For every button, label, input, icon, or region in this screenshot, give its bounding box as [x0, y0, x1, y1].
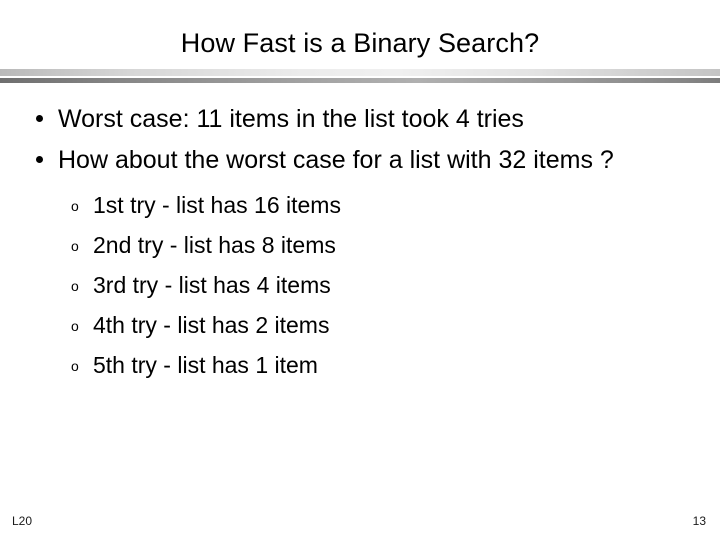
- slide-number: 13: [692, 514, 706, 528]
- sub-bullet-text: 3rd try - list has 4 items: [93, 272, 331, 298]
- circle-marker-icon: o: [71, 238, 79, 254]
- circle-marker-icon: o: [71, 358, 79, 374]
- list-item: Worst case: 11 items in the list took 4 …: [0, 100, 720, 138]
- title-area: How Fast is a Binary Search?: [0, 26, 720, 60]
- list-item: How about the worst case for a list with…: [0, 141, 720, 179]
- sub-bullet-text: 1st try - list has 16 items: [93, 192, 341, 218]
- bullet-list-level1: Worst case: 11 items in the list took 4 …: [0, 100, 720, 179]
- list-item: o 4th try - list has 2 items: [0, 313, 720, 353]
- sub-bullet-text: 5th try - list has 1 item: [93, 352, 318, 378]
- list-item: o 2nd try - list has 8 items: [0, 233, 720, 273]
- slide-canvas: How Fast is a Binary Search? Worst case:…: [0, 0, 720, 540]
- list-item: o 1st try - list has 16 items: [0, 193, 720, 233]
- bullet-text: Worst case: 11 items in the list took 4 …: [58, 105, 524, 133]
- circle-marker-icon: o: [71, 318, 79, 334]
- footer-left-label: L20: [12, 514, 33, 528]
- list-item: o 5th try - list has 1 item: [0, 353, 720, 393]
- bullet-text: How about the worst case for a list with…: [58, 146, 614, 174]
- circle-marker-icon: o: [71, 278, 79, 294]
- bullet-dot-icon: [36, 156, 43, 163]
- title-divider: [0, 69, 720, 84]
- sub-bullet-text: 4th try - list has 2 items: [93, 312, 330, 338]
- page-title: How Fast is a Binary Search?: [180, 28, 540, 58]
- bullet-list-level2: o 1st try - list has 16 items o 2nd try …: [0, 193, 720, 393]
- divider-bar-light: [0, 69, 720, 76]
- list-item: o 3rd try - list has 4 items: [0, 273, 720, 313]
- sub-bullet-text: 2nd try - list has 8 items: [93, 232, 336, 258]
- circle-marker-icon: o: [71, 198, 79, 214]
- slide-body: Worst case: 11 items in the list took 4 …: [0, 100, 720, 393]
- divider-bar-dark: [0, 78, 720, 83]
- bullet-dot-icon: [36, 115, 43, 122]
